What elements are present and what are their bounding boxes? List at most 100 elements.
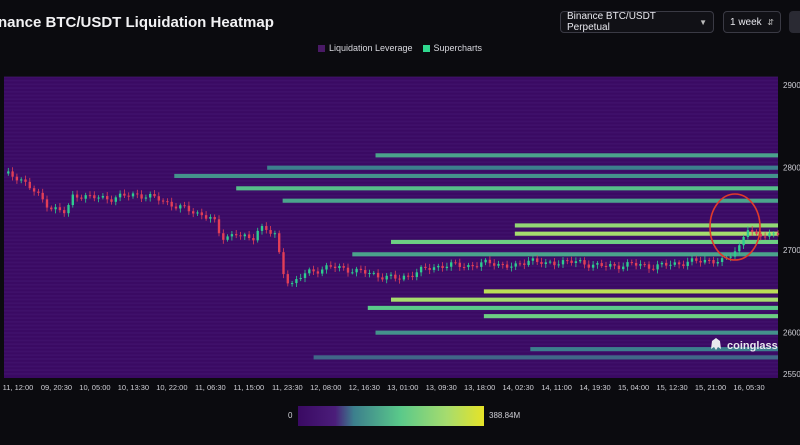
candle-body <box>398 278 401 280</box>
candle-body <box>11 171 14 177</box>
candle-body <box>24 179 27 182</box>
candle-body <box>88 195 92 197</box>
heatmap-faint-band <box>4 228 778 230</box>
colorbar-min-label: 0 <box>288 411 293 420</box>
heatmap-faint-band <box>4 161 778 164</box>
x-tick-label: 11, 23:30 <box>272 383 303 392</box>
candle-body <box>381 277 384 280</box>
candle-body <box>617 265 621 270</box>
candle-body <box>488 259 492 264</box>
heatmap-faint-band <box>4 150 778 153</box>
heatmap-faint-band <box>4 246 778 249</box>
candle-body <box>454 262 457 264</box>
candle-body <box>157 196 160 201</box>
heatmap-faint-band <box>4 120 778 123</box>
heatmap-band <box>375 153 778 158</box>
heatmap-faint-band <box>4 87 778 89</box>
candle-body <box>643 264 646 266</box>
heatmap-band <box>514 231 778 236</box>
heatmap-faint-band <box>4 157 778 160</box>
candle-body <box>596 263 599 265</box>
candle-body <box>333 266 337 269</box>
candle-body <box>166 201 169 203</box>
candle-body <box>419 266 423 273</box>
candle-body <box>273 233 277 235</box>
candle-body <box>295 279 298 284</box>
candle-body <box>192 211 195 214</box>
candle-body <box>729 256 732 258</box>
candle-body <box>372 272 375 274</box>
candle-body <box>733 251 737 257</box>
heatmap-faint-band <box>4 101 778 104</box>
coinglass-logo-icon <box>709 337 723 354</box>
x-tick-label: 10, 13:30 <box>118 383 149 392</box>
heatmap-faint-band <box>4 335 778 338</box>
candle-body <box>256 230 259 241</box>
candle-body <box>217 219 221 234</box>
heatmap-band <box>391 239 778 244</box>
candle-body <box>471 265 474 267</box>
candle-body <box>161 200 165 202</box>
candle-body <box>247 234 251 239</box>
candle-body <box>445 266 449 269</box>
candle-body <box>222 233 225 240</box>
candle-body <box>355 268 358 273</box>
heatmap-faint-band <box>4 268 778 271</box>
candle-body <box>553 261 556 266</box>
heatmap-faint-band <box>4 124 778 127</box>
candle-body <box>600 263 603 267</box>
heatmap-band <box>483 289 778 294</box>
heatmap-faint-band <box>4 369 778 371</box>
candle-body <box>45 199 49 208</box>
x-tick-label: 13, 09:30 <box>426 383 457 392</box>
candle-body <box>613 264 616 266</box>
heatmap-faint-band <box>4 83 778 86</box>
candle-body <box>514 263 517 267</box>
candle-body <box>574 261 578 264</box>
x-tick-label: 13, 18:00 <box>464 383 495 392</box>
candle-body <box>557 264 560 266</box>
candle-body <box>41 192 44 200</box>
candle-body <box>622 266 625 270</box>
liquidation-heatmap-chart[interactable]: 2900 2800 2700 2600 2550 11, 12:00 09, 20:30 10… <box>0 0 800 445</box>
candle-body <box>179 205 182 209</box>
candle-body <box>67 205 70 214</box>
heatmap-faint-band <box>4 217 778 219</box>
heatmap-faint-band <box>4 142 778 145</box>
heatmap-faint-band <box>4 287 778 290</box>
candle-body <box>183 205 186 207</box>
candle-body <box>566 260 569 262</box>
heatmap-faint-band <box>4 79 778 82</box>
heatmap-faint-band <box>4 113 778 115</box>
heatmap-band <box>375 330 778 335</box>
candle-body <box>54 207 57 210</box>
candle-body <box>505 264 509 268</box>
candle-body <box>751 230 754 232</box>
heatmap-faint-band <box>4 294 778 297</box>
x-tick-label: 09, 20:30 <box>41 383 72 392</box>
candle-body <box>153 194 156 197</box>
candle-body <box>394 274 397 279</box>
candle-body <box>63 210 66 214</box>
heatmap-faint-band <box>4 250 778 253</box>
candle-body <box>510 266 513 268</box>
candle-body <box>131 193 135 197</box>
candle-body <box>269 230 272 234</box>
candle-body <box>437 265 440 268</box>
x-tick-label: 11, 06:30 <box>195 383 226 392</box>
candle-body <box>50 207 53 210</box>
heatmap-faint-band <box>4 183 778 186</box>
heatmap-faint-band <box>4 280 778 282</box>
candle-body <box>523 263 526 265</box>
heatmap-faint-band <box>4 220 778 223</box>
candle-body <box>720 258 724 263</box>
heatmap-faint-band <box>4 105 778 108</box>
heatmap-band <box>174 173 778 179</box>
heatmap-faint-band <box>4 309 778 312</box>
candle-body <box>484 259 487 263</box>
candle-body <box>58 207 62 211</box>
candle-body <box>321 269 324 274</box>
candle-body <box>703 259 707 263</box>
heatmap-faint-band <box>4 257 778 260</box>
candle-body <box>630 262 633 264</box>
